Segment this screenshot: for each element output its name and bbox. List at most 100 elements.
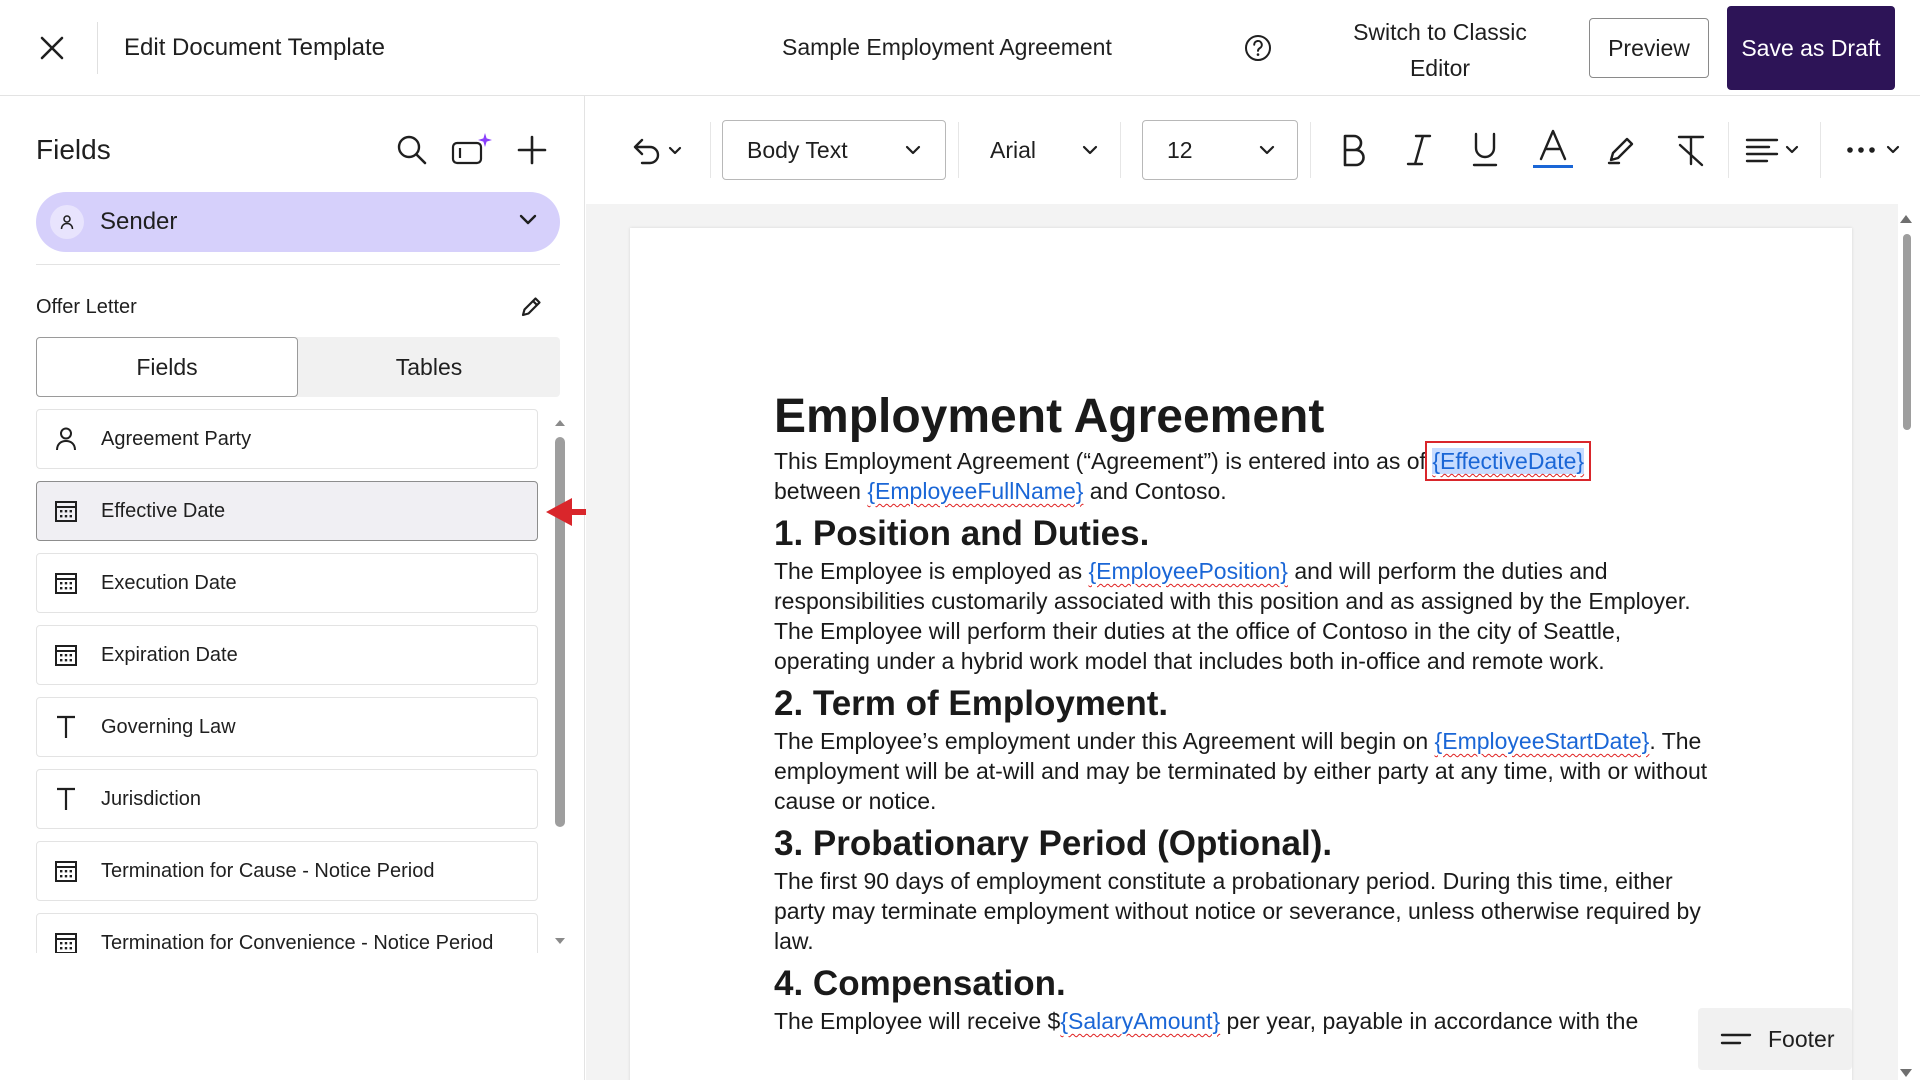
- text-icon: [51, 786, 81, 812]
- chevron-down-icon: [905, 145, 921, 155]
- app-window: Edit Document Template Sample Employment…: [0, 0, 1920, 1080]
- bold-icon[interactable]: [1328, 128, 1378, 172]
- save-as-draft-button[interactable]: Save as Draft: [1727, 6, 1895, 90]
- clear-formatting-icon[interactable]: [1666, 128, 1716, 172]
- section-heading: 1. Position and Duties.: [774, 514, 1150, 553]
- page-title: Edit Document Template: [124, 34, 386, 61]
- section-text: The Employee is employed as: [774, 558, 1089, 584]
- section-text: per year, payable in accordance with the: [1220, 1008, 1639, 1034]
- preview-button[interactable]: Preview: [1589, 18, 1709, 78]
- field-label: Jurisdiction: [101, 787, 202, 810]
- font-family-select[interactable]: Arial: [968, 120, 1108, 180]
- sidebar-title: Fields: [36, 134, 111, 165]
- field-label: Termination for Convenience - Notice Per…: [101, 931, 494, 954]
- section-heading: 2. Term of Employment.: [774, 684, 1169, 723]
- topbar-divider: [97, 22, 98, 74]
- canvas-scroll-down-icon[interactable]: [1899, 1066, 1913, 1078]
- document-canvas: Employment Agreement This Employment Agr…: [586, 204, 1898, 1080]
- close-icon[interactable]: [28, 24, 76, 72]
- section-heading: 4. Compensation.: [774, 964, 1066, 1003]
- section-paragraph: The first 90 days of employment constitu…: [774, 868, 1701, 954]
- field-label: Termination for Cause - Notice Period: [101, 859, 435, 882]
- tab-tables[interactable]: Tables: [298, 337, 560, 397]
- sidebar-divider: [36, 264, 560, 265]
- field-item-effective-date[interactable]: Effective Date: [36, 481, 538, 541]
- section-label: Offer Letter: [36, 296, 137, 318]
- field-label: Agreement Party: [101, 427, 252, 450]
- field-label: Expiration Date: [101, 643, 238, 666]
- field-item-agreement-party[interactable]: Agreement Party: [36, 409, 538, 469]
- section-text: The Employee will receive $: [774, 1008, 1061, 1034]
- text-color-icon[interactable]: [1526, 126, 1580, 174]
- field-list: Agreement Party Effective Date Execution…: [36, 409, 538, 953]
- font-size-select[interactable]: 12: [1142, 120, 1298, 180]
- list-scroll-up-icon[interactable]: [555, 415, 565, 426]
- switch-classic-editor-link[interactable]: Switch to Classic Editor: [1340, 14, 1540, 86]
- highlight-icon[interactable]: [1596, 128, 1646, 172]
- help-icon[interactable]: [1240, 30, 1276, 66]
- field-item-governing-law[interactable]: Governing Law: [36, 697, 538, 757]
- document-page[interactable]: Employment Agreement This Employment Agr…: [630, 228, 1852, 1080]
- tab-fields[interactable]: Fields: [36, 337, 298, 397]
- pencil-icon[interactable]: [514, 290, 548, 324]
- field-label: Governing Law: [101, 715, 236, 738]
- person-icon: [50, 205, 84, 239]
- placeholder-employee-start-date[interactable]: {EmployeeStartDate}: [1435, 728, 1650, 754]
- toolbar-divider: [1310, 122, 1311, 178]
- underline-icon[interactable]: [1460, 128, 1510, 172]
- field-label: Execution Date: [101, 571, 237, 594]
- calendar-icon: [51, 643, 81, 667]
- intro-text: and Contoso.: [1083, 478, 1227, 504]
- field-item-execution-date[interactable]: Execution Date: [36, 553, 538, 613]
- calendar-icon: [51, 931, 81, 953]
- chevron-down-icon: [1082, 145, 1098, 155]
- chevron-down-icon: [518, 213, 538, 231]
- field-item-expiration-date[interactable]: Expiration Date: [36, 625, 538, 685]
- toolbar-divider: [1120, 122, 1121, 178]
- document-body[interactable]: Employment Agreement This Employment Agr…: [774, 388, 1714, 1036]
- field-item-termination-for-convenience[interactable]: Termination for Convenience - Notice Per…: [36, 913, 538, 953]
- intro-paragraph: This Employment Agreement (“Agreement”) …: [774, 441, 1714, 506]
- document-name: Sample Employment Agreement: [782, 34, 1112, 60]
- section-paragraph: The Employee will receive ${SalaryAmount…: [774, 1006, 1714, 1036]
- field-item-termination-for-cause[interactable]: Termination for Cause - Notice Period: [36, 841, 538, 901]
- calendar-icon: [51, 571, 81, 595]
- sender-dropdown[interactable]: Sender: [36, 192, 560, 252]
- more-options-icon[interactable]: [1840, 128, 1910, 172]
- paragraph-style-select[interactable]: Body Text: [722, 120, 946, 180]
- canvas-scrollbar-thumb[interactable]: [1903, 234, 1911, 430]
- canvas-scroll-up-icon[interactable]: [1899, 212, 1913, 224]
- field-label: Effective Date: [101, 499, 226, 522]
- intro-text: This Employment Agreement (“Agreement”) …: [774, 448, 1433, 474]
- calendar-icon: [51, 499, 81, 523]
- footer-button-label: Footer: [1768, 1025, 1835, 1052]
- field-item-jurisdiction[interactable]: Jurisdiction: [36, 769, 538, 829]
- toolbar-divider: [958, 122, 959, 178]
- font-size-value: 12: [1167, 136, 1193, 163]
- undo-button[interactable]: [626, 130, 686, 170]
- align-left-icon[interactable]: [1736, 128, 1810, 172]
- placeholder-employee-position[interactable]: {EmployeePosition}: [1089, 558, 1288, 584]
- placeholder-salary-amount[interactable]: {SalaryAmount}: [1060, 1008, 1220, 1034]
- section-text: The Employee’s employment under this Agr…: [774, 728, 1435, 754]
- add-icon[interactable]: [510, 128, 554, 172]
- search-icon[interactable]: [390, 128, 434, 172]
- italic-icon[interactable]: [1394, 128, 1444, 172]
- toolbar-divider: [710, 122, 711, 178]
- placeholder-employee-full-name[interactable]: {EmployeeFullName}: [867, 478, 1083, 504]
- toolbar-divider: [1728, 122, 1729, 178]
- top-bar: Edit Document Template Sample Employment…: [0, 0, 1920, 96]
- intro-text: between: [774, 478, 868, 504]
- chevron-down-icon: [1259, 145, 1275, 155]
- document-title: Employment Agreement: [774, 390, 1325, 443]
- ai-field-icon[interactable]: [450, 128, 494, 172]
- fields-tables-tabs: Fields Tables: [36, 337, 560, 397]
- placeholder-effective-date[interactable]: {EffectiveDate}: [1425, 441, 1592, 481]
- section-paragraph: The Employee’s employment under this Agr…: [774, 726, 1714, 816]
- footer-button[interactable]: Footer: [1698, 1008, 1852, 1070]
- text-icon: [51, 714, 81, 740]
- person-icon: [51, 426, 81, 452]
- section-paragraph: The Employee is employed as {EmployeePos…: [774, 556, 1714, 676]
- fields-sidebar: Fields Sender Offer Letter Fields Tables: [0, 96, 585, 1080]
- list-scroll-down-icon[interactable]: [555, 933, 565, 944]
